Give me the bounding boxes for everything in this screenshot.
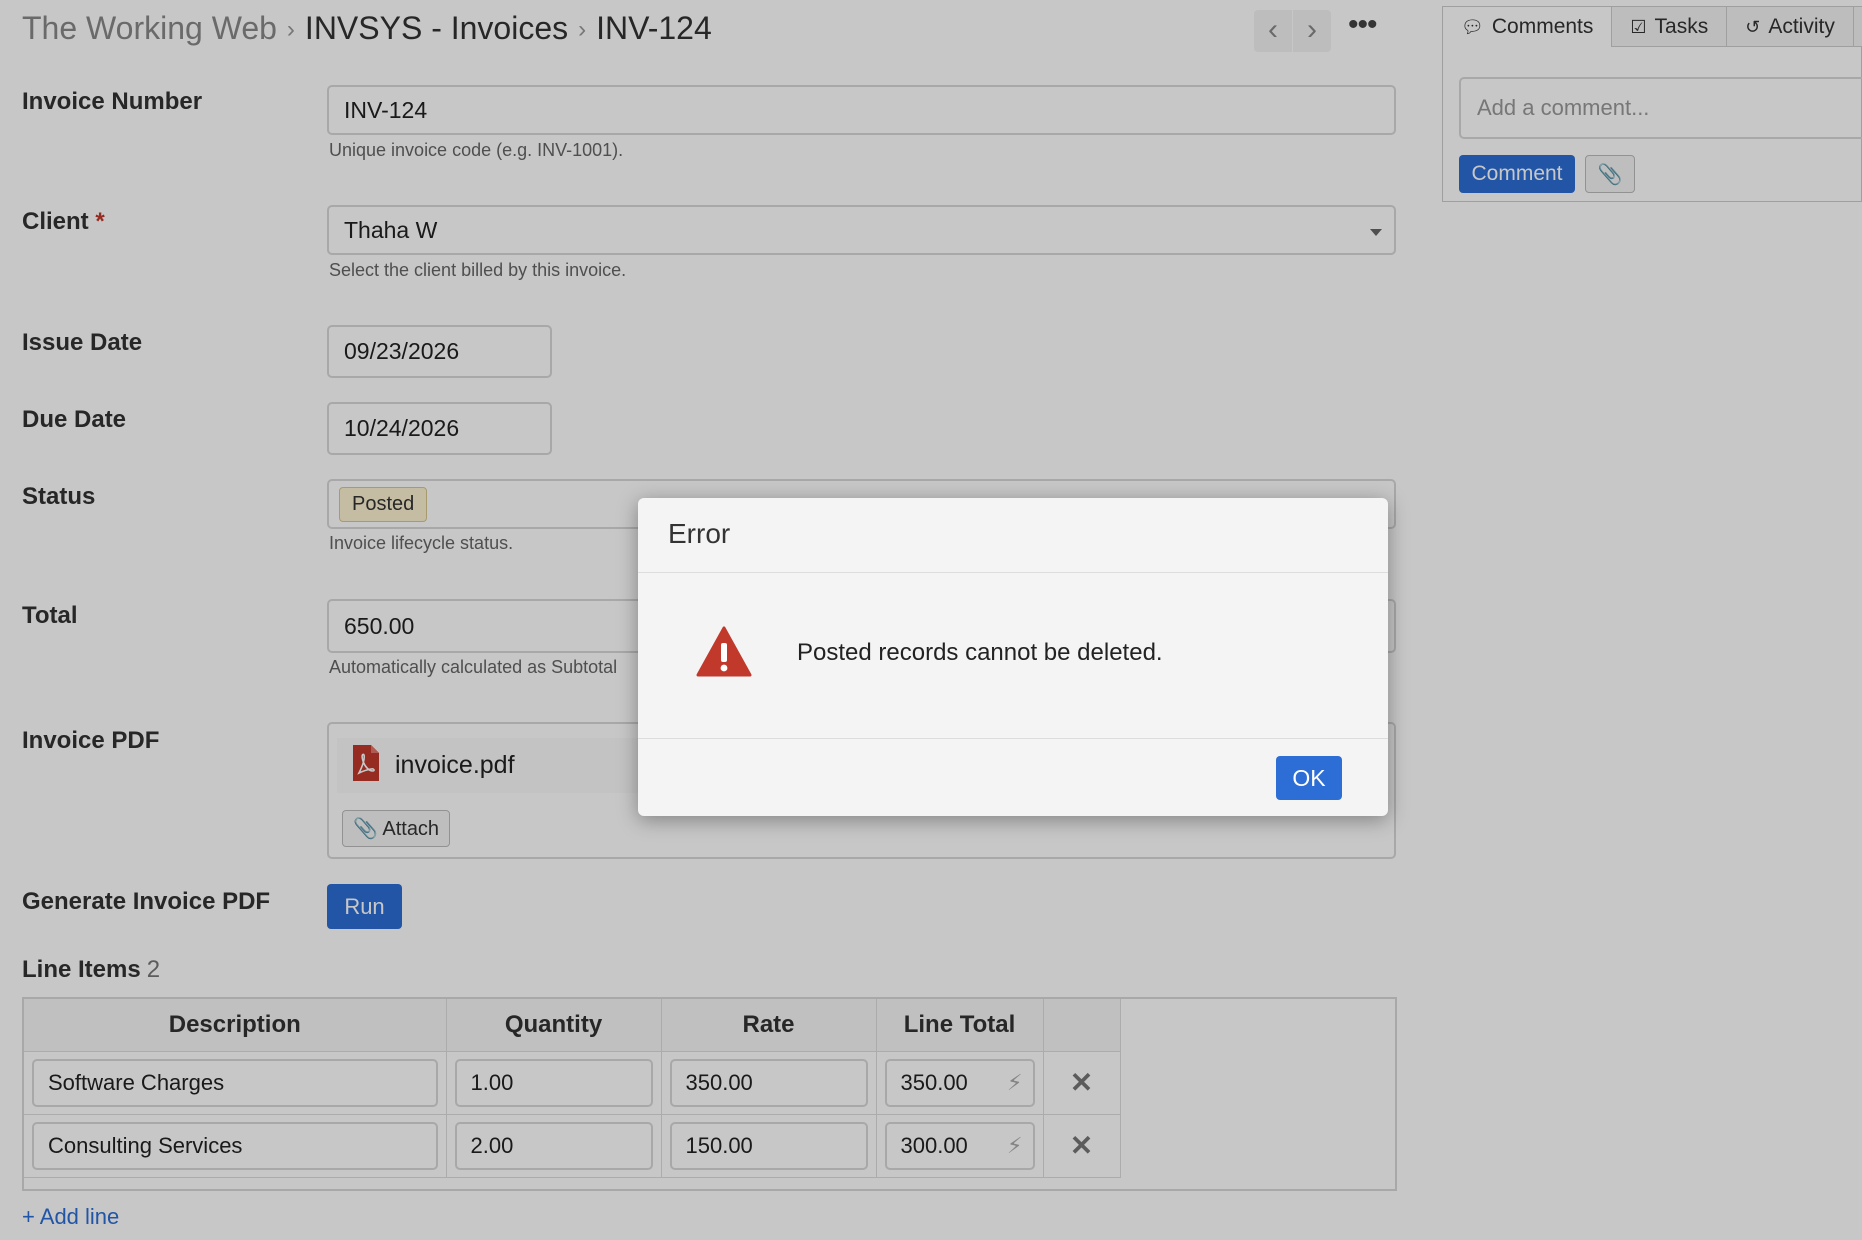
- dialog-divider: [638, 738, 1388, 739]
- dialog-title: Error: [668, 518, 731, 549]
- dialog-divider: [638, 572, 1388, 573]
- error-dialog: Error Posted records cannot be deleted. …: [638, 498, 1388, 816]
- dialog-message: Posted records cannot be deleted.: [797, 639, 1163, 666]
- warning-triangle-icon: [696, 626, 752, 678]
- ok-button[interactable]: OK: [1276, 756, 1342, 800]
